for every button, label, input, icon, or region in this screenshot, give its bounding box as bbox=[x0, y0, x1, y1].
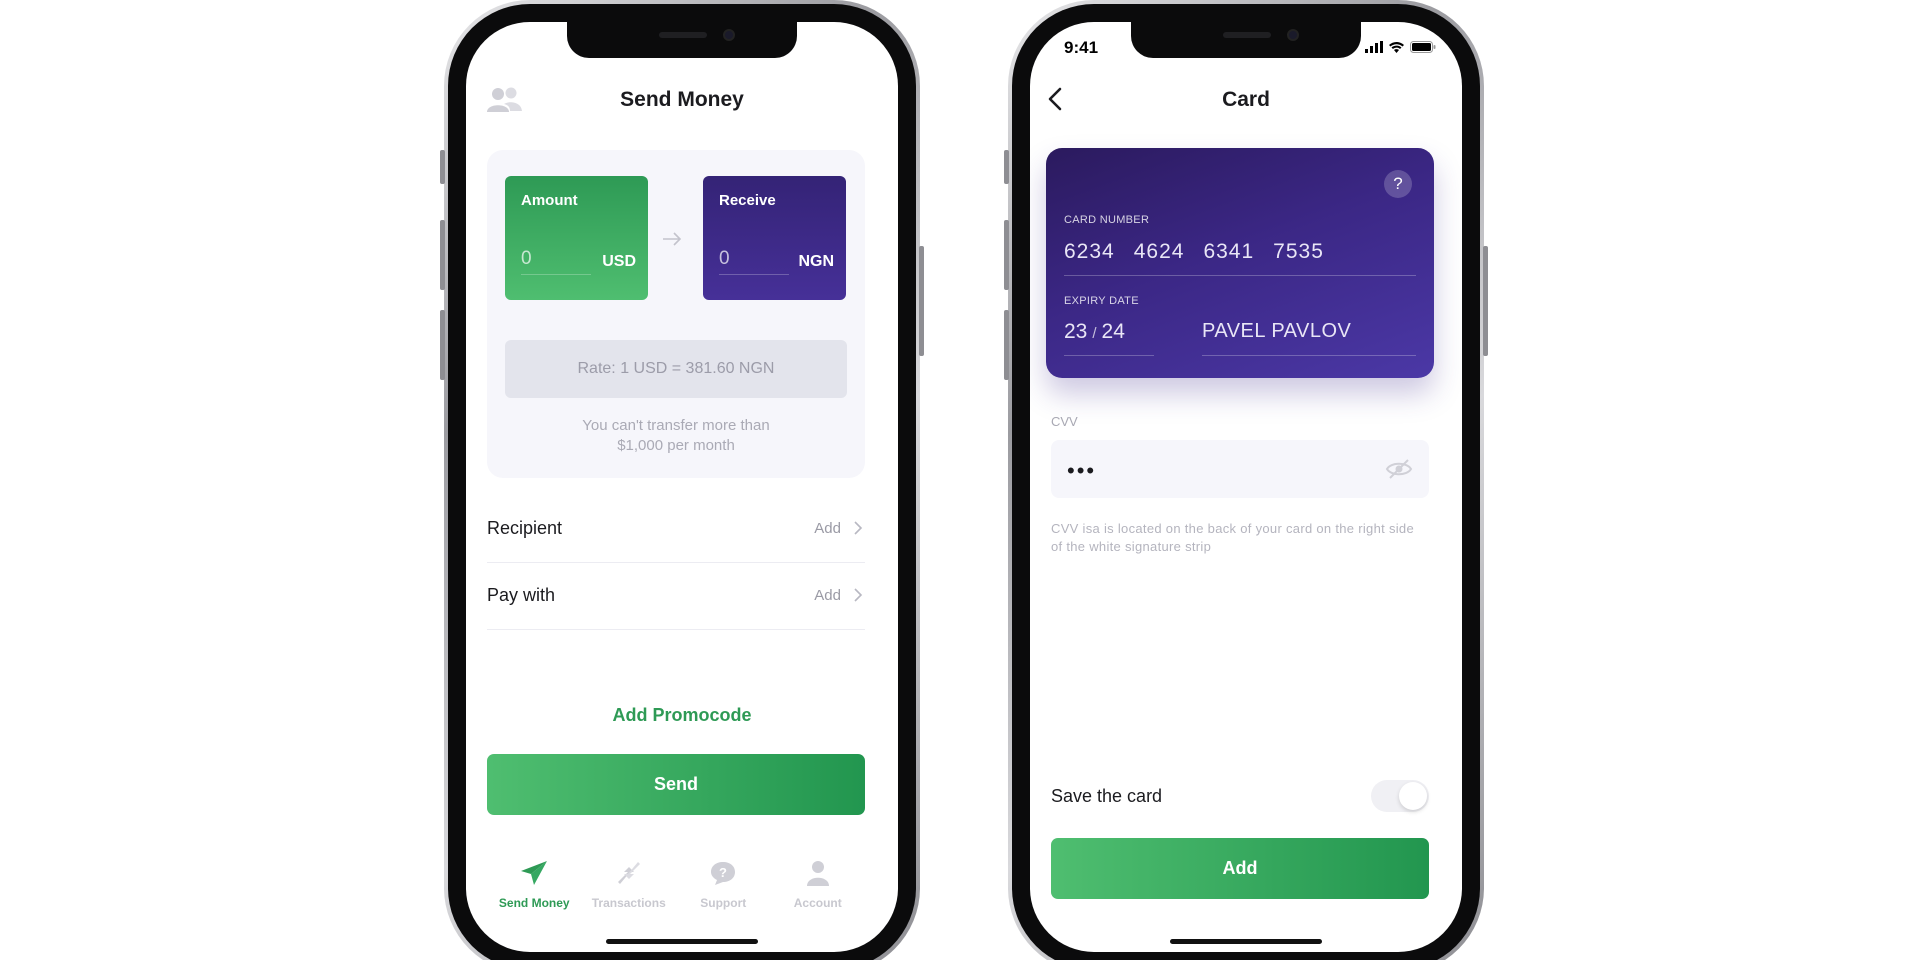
bezel: 9:41 Card ? CARD NUMBER 6234 4624 6341 7… bbox=[1012, 4, 1480, 960]
add-promocode-link[interactable]: Add Promocode bbox=[466, 705, 898, 726]
mute-switch bbox=[1004, 150, 1009, 184]
signal-icon bbox=[1365, 40, 1383, 58]
question-bubble-icon: ? bbox=[676, 858, 771, 888]
notch bbox=[567, 22, 797, 58]
receive-value-row: 0 NGN bbox=[719, 248, 834, 275]
save-card-label: Save the card bbox=[1051, 786, 1163, 806]
tab-account[interactable]: Account bbox=[771, 858, 866, 928]
bank-card: ? CARD NUMBER 6234 4624 6341 7535 EXPIRY… bbox=[1046, 148, 1434, 378]
tab-label: Account bbox=[793, 896, 842, 910]
home-indicator bbox=[606, 939, 758, 944]
page-title: Send Money bbox=[620, 88, 744, 111]
speaker bbox=[659, 32, 707, 38]
mute-switch bbox=[440, 150, 445, 184]
card-number-field[interactable]: 6234 4624 6341 7535 bbox=[1064, 240, 1416, 276]
tab-label: Support bbox=[700, 896, 747, 910]
expiry-separator: / bbox=[1092, 325, 1097, 342]
cvv-input[interactable]: ••• bbox=[1067, 458, 1096, 484]
card-number-group: 6234 bbox=[1064, 240, 1115, 263]
expiry-caption: EXPIRY DATE bbox=[1064, 295, 1139, 307]
limit-line-2: $1,000 per month bbox=[617, 437, 735, 454]
card-number-group: 7535 bbox=[1273, 240, 1324, 263]
toggle-knob bbox=[1399, 782, 1427, 810]
cardholder-name-field[interactable]: PAVEL PAVLOV bbox=[1202, 320, 1416, 356]
phone-frame-send-money: Send Money Amount 0 USD Receive 0 NGN Ra… bbox=[440, 0, 924, 960]
recipient-row[interactable]: Recipient Add bbox=[487, 496, 865, 563]
chevron-right-icon bbox=[853, 587, 863, 608]
volume-down-button bbox=[1004, 310, 1009, 380]
receive-card[interactable]: Receive 0 NGN bbox=[703, 176, 846, 300]
amount-currency: USD bbox=[602, 253, 636, 270]
transfer-limit-note: You can't transfer more than $1,000 per … bbox=[487, 416, 865, 456]
volume-down-button bbox=[440, 310, 445, 380]
cvv-field[interactable]: ••• bbox=[1051, 440, 1429, 498]
help-icon[interactable]: ? bbox=[1384, 170, 1412, 198]
pay-with-label: Pay with bbox=[487, 585, 556, 605]
volume-up-button bbox=[440, 220, 445, 290]
save-card-row: Save the card bbox=[1051, 778, 1429, 818]
card-number-caption: CARD NUMBER bbox=[1064, 214, 1150, 226]
speaker bbox=[1223, 32, 1271, 38]
save-card-toggle[interactable] bbox=[1371, 780, 1429, 812]
wifi-icon bbox=[1388, 40, 1405, 58]
exchange-rate: Rate: 1 USD = 381.60 NGN bbox=[505, 340, 847, 398]
tab-label: Transactions bbox=[591, 896, 666, 910]
status-icons bbox=[1365, 40, 1436, 58]
power-button bbox=[919, 246, 924, 356]
transfer-arrows-icon bbox=[582, 858, 677, 888]
bezel: Send Money Amount 0 USD Receive 0 NGN Ra… bbox=[448, 4, 916, 960]
limit-line-1: You can't transfer more than bbox=[582, 417, 770, 434]
cvv-hint: CVV isa is located on the back of your c… bbox=[1051, 521, 1414, 554]
recipient-add[interactable]: Add bbox=[814, 520, 841, 537]
svg-text:?: ? bbox=[719, 865, 727, 880]
notch bbox=[1131, 22, 1361, 58]
status-time: 9:41 bbox=[1064, 38, 1099, 57]
paper-plane-icon bbox=[487, 858, 582, 888]
expiry-year: 24 bbox=[1101, 320, 1125, 343]
amount-label: Amount bbox=[521, 192, 578, 209]
phone-frame-card: 9:41 Card ? CARD NUMBER 6234 4624 6341 7… bbox=[1004, 0, 1488, 960]
recipient-label: Recipient bbox=[487, 518, 563, 538]
tab-support[interactable]: ? Support bbox=[676, 858, 771, 928]
home-indicator bbox=[1170, 939, 1322, 944]
amount-card[interactable]: Amount 0 USD bbox=[505, 176, 648, 300]
eye-slash-icon[interactable] bbox=[1385, 458, 1413, 485]
volume-up-button bbox=[1004, 220, 1009, 290]
receive-label: Receive bbox=[719, 192, 776, 209]
tab-label: Send Money bbox=[498, 896, 570, 910]
chevron-right-icon bbox=[853, 520, 863, 541]
tab-send-money[interactable]: Send Money bbox=[487, 858, 582, 928]
front-camera bbox=[1287, 29, 1299, 41]
arrow-right-icon bbox=[662, 232, 682, 251]
receive-currency: NGN bbox=[798, 253, 834, 270]
send-money-screen: Send Money Amount 0 USD Receive 0 NGN Ra… bbox=[466, 22, 898, 952]
card-screen: 9:41 Card ? CARD NUMBER 6234 4624 6341 7… bbox=[1030, 22, 1462, 952]
expiry-field[interactable]: 23/24 bbox=[1064, 320, 1154, 356]
tab-bar: Send Money Transactions ? Support Accoun… bbox=[487, 858, 865, 928]
card-number-group: 4624 bbox=[1133, 240, 1185, 263]
cvv-label: CVV bbox=[1051, 414, 1078, 429]
power-button bbox=[1483, 246, 1488, 356]
add-card-button[interactable]: Add bbox=[1051, 838, 1429, 899]
pay-with-add[interactable]: Add bbox=[814, 587, 841, 604]
send-button[interactable]: Send bbox=[487, 754, 865, 815]
page-title: Card bbox=[1222, 88, 1270, 111]
receive-input[interactable]: 0 bbox=[719, 248, 789, 275]
battery-icon bbox=[1410, 40, 1436, 58]
pay-with-row[interactable]: Pay with Add bbox=[487, 563, 865, 630]
amount-value-row: 0 USD bbox=[521, 248, 636, 275]
amount-input[interactable]: 0 bbox=[521, 248, 591, 275]
tab-transactions[interactable]: Transactions bbox=[582, 858, 677, 928]
exchange-panel: Amount 0 USD Receive 0 NGN Rate: 1 USD =… bbox=[487, 150, 865, 478]
person-icon bbox=[771, 858, 866, 888]
front-camera bbox=[723, 29, 735, 41]
expiry-month: 23 bbox=[1064, 320, 1088, 343]
card-number-group: 6341 bbox=[1203, 240, 1255, 263]
